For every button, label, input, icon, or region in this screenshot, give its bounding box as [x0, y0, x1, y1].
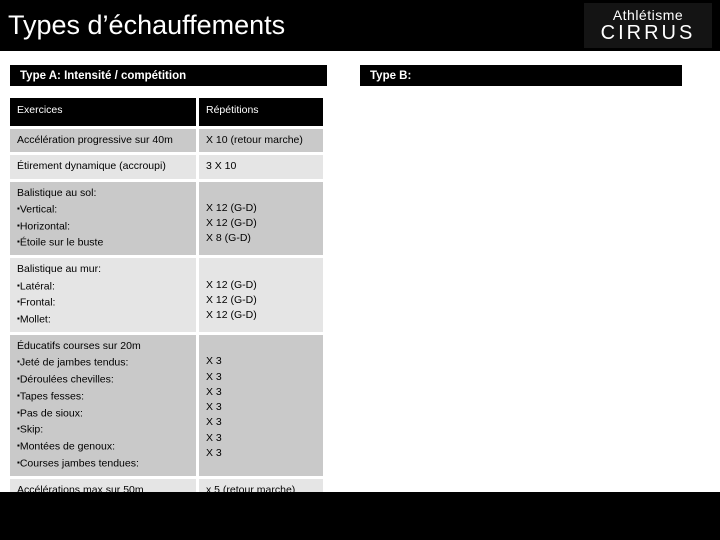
repetitions-value: X 3	[206, 447, 222, 460]
exercise-bullet-label: Vertical:	[19, 203, 58, 216]
table-body: Accélération progressive sur 40m X 10 (re…	[10, 129, 323, 503]
exercise-bullet-label: Latéral:	[19, 280, 55, 293]
repetitions-value: X 12 (G-D)	[206, 217, 257, 230]
exercise-bullet-list: ▪Vertical: ▪Horizontal: ▪Étoile sur le bus…	[17, 201, 190, 251]
section-header-type-b: Type B:	[360, 65, 682, 86]
repetitions-value: X 8 (G-D)	[206, 232, 251, 245]
exercise-bullet-item: ▪Pas de sioux:	[17, 405, 190, 422]
exercise-bullet-list: ▪Jeté de jambes tendus: ▪Déroulées chevil…	[17, 354, 190, 472]
repetitions-list: X 12 (G-D) X 12 (G-D) X 12 (G-D)	[206, 262, 317, 323]
logo-secondary-text: CIRRUS	[600, 22, 696, 44]
section-header-type-b-label: Type B:	[370, 69, 412, 82]
exercise-bullet-label: Courses jambes tendues:	[19, 457, 139, 470]
repetitions-value: X 12 (G-D)	[206, 293, 257, 306]
cell-repetitions: X 3 X 3 X 3 X 3 X 3 X 3 X 3	[199, 334, 323, 476]
cell-exercise: Étirement dynamique (accroupi)	[10, 155, 196, 179]
repetitions-value: X 3	[206, 431, 222, 444]
repetitions-list: X 12 (G-D) X 12 (G-D) X 8 (G-D)	[206, 186, 317, 247]
exercise-bullet-label: Jeté de jambes tendus:	[19, 356, 129, 369]
repetitions-value: X 3	[206, 416, 222, 429]
logo-primary-text: Athlétisme	[612, 7, 684, 23]
repetitions-value: X 3	[206, 401, 222, 414]
table-row: Balistique au mur: ▪Latéral: ▪Frontal: ▪Mol…	[10, 258, 323, 332]
exercise-bullet-item: ▪Vertical:	[17, 201, 190, 218]
exercise-bullet-list: ▪Latéral: ▪Frontal: ▪Mollet:	[17, 278, 190, 328]
exercise-bullet-item: ▪Skip:	[17, 421, 190, 438]
cell-repetitions: 3 X 10	[199, 155, 323, 179]
exercise-bullet-item: ▪Courses jambes tendues:	[17, 455, 190, 472]
cell-exercise: Balistique au sol: ▪Vertical: ▪Horizontal:…	[10, 181, 196, 256]
exercise-bullet-item: ▪Étoile sur le buste	[17, 234, 190, 251]
exercise-title: Étirement dynamique (accroupi)	[17, 160, 166, 173]
exercises-table-container: Exercices Répétitions Accélération progr…	[7, 95, 326, 505]
table-head: Exercices Répétitions	[10, 98, 323, 126]
exercises-table: Exercices Répétitions Accélération progr…	[7, 95, 326, 505]
column-header-repetitions: Répétitions	[199, 98, 323, 126]
exercise-title: Accélération progressive sur 40m	[17, 134, 173, 146]
repetitions-value: X 3	[206, 355, 222, 368]
repetitions-list: 3 X 10	[206, 159, 317, 174]
exercise-bullet-label: Déroulées chevilles:	[19, 373, 114, 386]
repetitions-value: 3 X 10	[206, 160, 237, 173]
exercise-title: Balistique au mur:	[17, 263, 102, 276]
cell-exercise: Éducatifs courses sur 20m ▪Jeté de jambes…	[10, 334, 196, 476]
table-row: Éducatifs courses sur 20m ▪Jeté de jambes…	[10, 334, 323, 476]
cell-repetitions: X 10 (retour marche)	[199, 129, 323, 153]
exercise-bullet-item: ▪Frontal:	[17, 294, 190, 311]
repetitions-value: X 10 (retour marche)	[206, 134, 303, 146]
cell-repetitions: X 12 (G-D) X 12 (G-D) X 8 (G-D)	[199, 181, 323, 256]
exercise-title: Éducatifs courses sur 20m	[17, 339, 141, 352]
title-bar: Types d’échauffements Athlétisme CIRRUS	[0, 0, 720, 51]
repetitions-value: X 12 (G-D)	[206, 201, 257, 214]
repetitions-value: X 3	[206, 385, 222, 398]
exercise-bullet-label: Skip:	[19, 423, 44, 436]
brand-logo: Athlétisme CIRRUS	[584, 3, 712, 48]
exercise-bullet-item: ▪Montées de genoux:	[17, 438, 190, 455]
footer-bar	[0, 492, 720, 540]
exercise-bullet-item: ▪Mollet:	[17, 311, 190, 328]
exercise-bullet-label: Horizontal:	[19, 220, 71, 233]
repetitions-list: X 10 (retour marche)	[206, 133, 317, 148]
cell-exercise: Accélération progressive sur 40m	[10, 129, 196, 153]
repetitions-value: X 12 (G-D)	[206, 278, 257, 291]
page-title: Types d’échauffements	[8, 10, 286, 40]
exercise-bullet-item: ▪Jeté de jambes tendus:	[17, 354, 190, 371]
exercise-bullet-item: ▪Déroulées chevilles:	[17, 371, 190, 388]
exercise-bullet-item: ▪Tapes fesses:	[17, 388, 190, 405]
exercise-bullet-label: Frontal:	[19, 296, 56, 309]
table-row: Accélération progressive sur 40m X 10 (re…	[10, 129, 323, 153]
exercise-bullet-label: Étoile sur le buste	[19, 236, 104, 249]
repetitions-value: X 3	[206, 370, 222, 383]
table-row: Balistique au sol: ▪Vertical: ▪Horizontal:…	[10, 181, 323, 256]
table-header-row: Exercices Répétitions	[10, 98, 323, 126]
section-header-type-a: Type A: Intensité / compétition	[10, 65, 327, 86]
exercise-bullet-item: ▪Latéral:	[17, 278, 190, 295]
exercise-bullet-label: Mollet:	[19, 313, 51, 326]
exercise-bullet-label: Tapes fesses:	[19, 390, 85, 403]
repetitions-value: X 12 (G-D)	[206, 309, 257, 322]
cell-repetitions: X 12 (G-D) X 12 (G-D) X 12 (G-D)	[199, 258, 323, 332]
table-row: Étirement dynamique (accroupi) 3 X 10	[10, 155, 323, 179]
column-header-exercices: Exercices	[10, 98, 196, 126]
cell-exercise: Balistique au mur: ▪Latéral: ▪Frontal: ▪Mol…	[10, 258, 196, 332]
exercise-bullet-label: Pas de sioux:	[19, 407, 83, 420]
exercise-bullet-label: Montées de genoux:	[19, 440, 115, 453]
exercise-title: Balistique au sol:	[17, 186, 97, 199]
exercise-bullet-item: ▪Horizontal:	[17, 218, 190, 235]
repetitions-list: X 3 X 3 X 3 X 3 X 3 X 3 X 3	[206, 339, 317, 461]
section-header-type-a-label: Type A: Intensité / compétition	[20, 69, 187, 82]
